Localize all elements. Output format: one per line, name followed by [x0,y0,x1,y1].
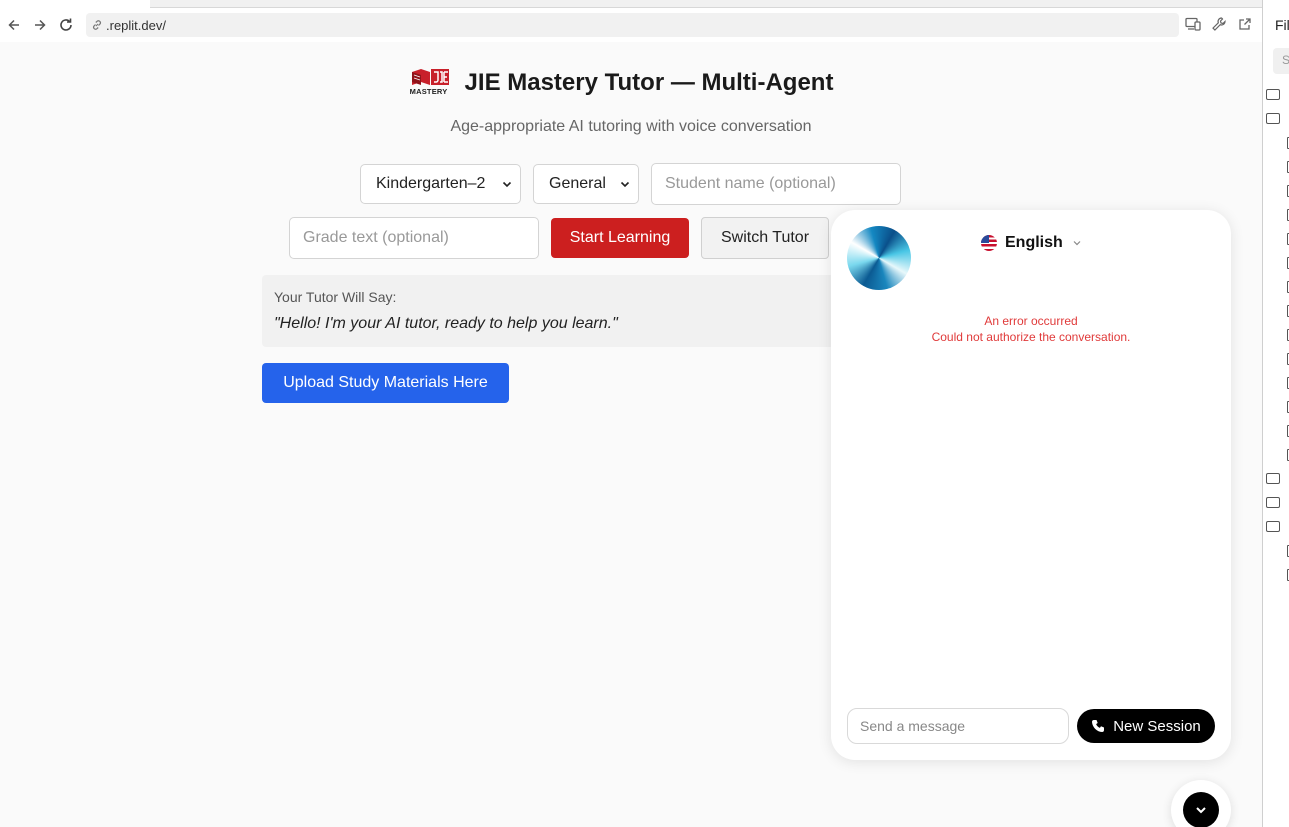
page-title: JIE Mastery Tutor — Multi-Agent [464,69,834,96]
language-selector[interactable]: English [981,234,1081,252]
active-tab[interactable] [0,0,150,8]
phone-icon [1092,720,1105,732]
error-detail: Could not authorize the conversation. [931,330,1131,344]
chevron-down-icon [1073,241,1081,246]
folder-icon[interactable] [1266,89,1280,100]
reload-icon[interactable] [53,12,79,38]
forward-icon[interactable] [27,12,53,38]
chevron-down-icon [620,181,630,188]
folder-icon[interactable] [1266,497,1280,508]
files-title: Files [1275,17,1289,33]
page-subtitle: Age-appropriate AI tutoring with voice c… [450,118,812,135]
url-bar[interactable]: .replit.dev/ [86,13,1179,37]
error-title: An error occurred [984,314,1078,328]
subject-value: General [549,175,606,192]
chevron-down-icon [502,181,512,188]
tutor-say-quote: "Hello! I'm your AI tutor, ready to help… [274,315,618,332]
open-external-icon[interactable] [1236,15,1254,33]
grade-level-select[interactable]: Kindergarten–2 [360,164,521,204]
switch-tutor-button[interactable]: Switch Tutor [701,217,829,259]
back-icon[interactable] [1,12,27,38]
grade-level-value: Kindergarten–2 [376,175,486,192]
start-learning-button[interactable]: Start Learning [551,218,689,258]
subject-select[interactable]: General [533,164,639,204]
files-search-input[interactable]: Search [1273,48,1289,74]
files-panel: Files Search [1262,0,1289,827]
voice-agent-widget: English An error occurred Could not auth… [831,210,1231,760]
language-label: English [1005,234,1063,251]
chevron-down-icon [1196,807,1206,814]
page-header: MASTERY JIE Mastery Tutor — Multi-Agent [0,68,1262,98]
tutor-say-label: Your Tutor Will Say: [274,289,397,305]
folder-open-icon[interactable] [1266,113,1280,124]
devices-icon[interactable] [1184,15,1202,33]
agent-avatar-orb [847,226,911,290]
new-session-label: New Session [1113,717,1201,735]
us-flag-icon [981,235,997,251]
url-text: .replit.dev/ [106,17,166,33]
upload-materials-button[interactable]: Upload Study Materials Here [262,363,509,403]
new-session-button[interactable]: New Session [1077,709,1215,743]
student-name-input[interactable]: Student name (optional) [651,163,901,205]
fab-inner[interactable] [1183,792,1219,827]
grade-text-input[interactable]: Grade text (optional) [289,217,539,259]
tutor-say-box: Your Tutor Will Say: "Hello! I'm your AI… [262,275,862,347]
folder-icon[interactable] [1266,473,1280,484]
folder-open-icon[interactable] [1266,521,1280,532]
browser-toolbar: .replit.dev/ [0,8,1262,42]
link-icon [90,18,104,32]
message-input[interactable]: Send a message [847,708,1069,744]
jie-mastery-logo: MASTERY [409,68,449,98]
logo-text: MASTERY [409,87,448,96]
tab-strip [0,0,1262,8]
wrench-icon[interactable] [1210,15,1228,33]
collapse-widget-fab[interactable] [1171,780,1231,827]
